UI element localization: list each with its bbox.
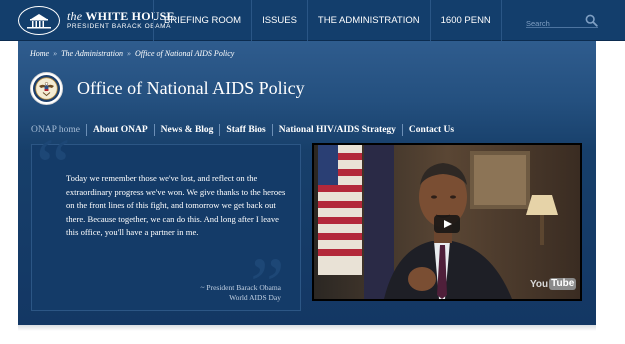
breadcrumb-the-administration[interactable]: The Administration [61, 49, 123, 58]
presidential-seal-icon [30, 72, 63, 105]
nav-the-administration[interactable]: THE ADMINISTRATION [306, 0, 430, 41]
youtube-logo-tube: Tube [549, 278, 577, 290]
page-title: Office of National AIDS Policy [77, 78, 305, 98]
quote-text: Today we remember those we've lost, and … [66, 173, 286, 238]
nav-issues[interactable]: ISSUES [251, 0, 307, 41]
video-player[interactable]: You Tube [312, 143, 582, 301]
section-subnav: ONAP home About ONAP News & Blog Staff B… [31, 123, 460, 136]
subnav-contact-us[interactable]: Contact Us [401, 123, 460, 136]
video-thumbnail[interactable]: You Tube [314, 145, 580, 299]
subnav-news-blog[interactable]: News & Blog [153, 123, 220, 136]
top-navigation-bar: the WHITE HOUSE PRESIDENT BARACK OBAMA B… [0, 0, 625, 41]
quote-attribution: ~ President Barack Obama World AIDS Day [201, 283, 282, 303]
subnav-about-onap[interactable]: About ONAP [86, 123, 154, 136]
youtube-logo-you: You [530, 278, 549, 290]
quote-occasion: World AIDS Day [229, 293, 281, 302]
breadcrumb-separator: » [126, 49, 131, 58]
youtube-logo-icon[interactable]: You Tube [530, 278, 577, 290]
breadcrumb-home[interactable]: Home [30, 49, 49, 58]
breadcrumb: Home » The Administration » Office of Na… [30, 49, 234, 58]
quote-author: ~ President Barack Obama [200, 283, 282, 292]
quote-box: “ ” Today we remember those we've lost, … [31, 127, 301, 324]
search-icon[interactable] [585, 14, 598, 27]
panel-shadow [18, 325, 596, 331]
nav-1600-penn[interactable]: 1600 PENN [429, 0, 502, 41]
nav-briefing-room[interactable]: BRIEFING ROOM [153, 0, 251, 41]
subnav-national-hiv-aids-strategy[interactable]: National HIV/AIDS Strategy [271, 123, 402, 136]
main-panel: Home » The Administration » Office of Na… [18, 41, 596, 325]
main-nav: BRIEFING ROOM ISSUES THE ADMINISTRATION … [153, 0, 502, 41]
subnav-staff-bios[interactable]: Staff Bios [219, 123, 271, 136]
breadcrumb-separator: » [53, 49, 58, 58]
white-house-logo-icon[interactable] [18, 6, 60, 35]
play-button-icon[interactable] [434, 215, 460, 233]
search-input[interactable] [526, 16, 582, 31]
breadcrumb-current-page[interactable]: Office of National AIDS Policy [135, 49, 234, 58]
